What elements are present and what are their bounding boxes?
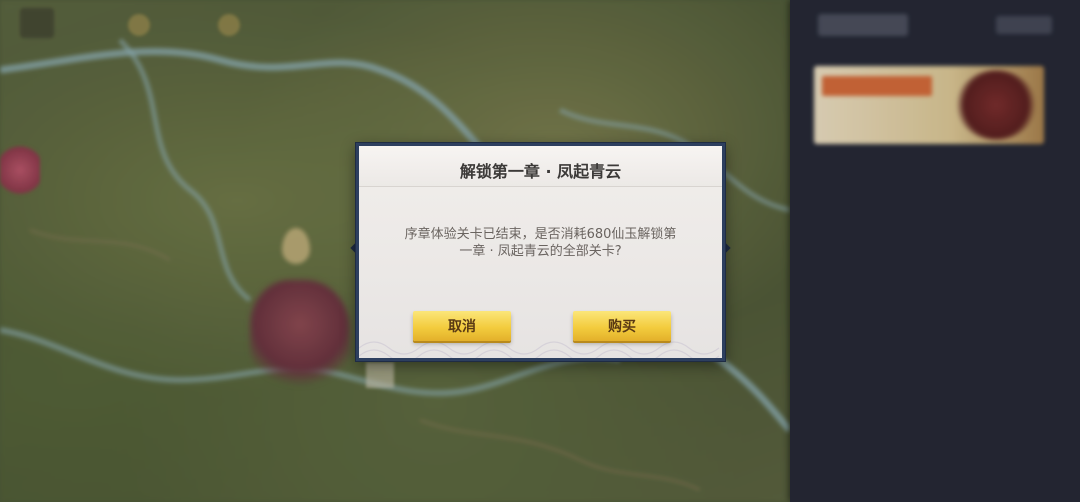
buy-button[interactable]: 购买 [573, 311, 671, 341]
cancel-button[interactable]: 取消 [413, 311, 511, 341]
dialog-title: 解锁第一章 · 凤起青云 [459, 162, 622, 181]
unlock-chapter-dialog: 解锁第一章 · 凤起青云 序章体验关卡已结束，是否消耗680仙玉解锁第一章 · … [356, 143, 725, 361]
game-scene: 解锁第一章 · 凤起青云 序章体验关卡已结束，是否消耗680仙玉解锁第一章 · … [0, 0, 1080, 502]
dialog-message: 序章体验关卡已结束，是否消耗680仙玉解锁第一章 · 凤起青云的全部关卡? [404, 227, 677, 259]
